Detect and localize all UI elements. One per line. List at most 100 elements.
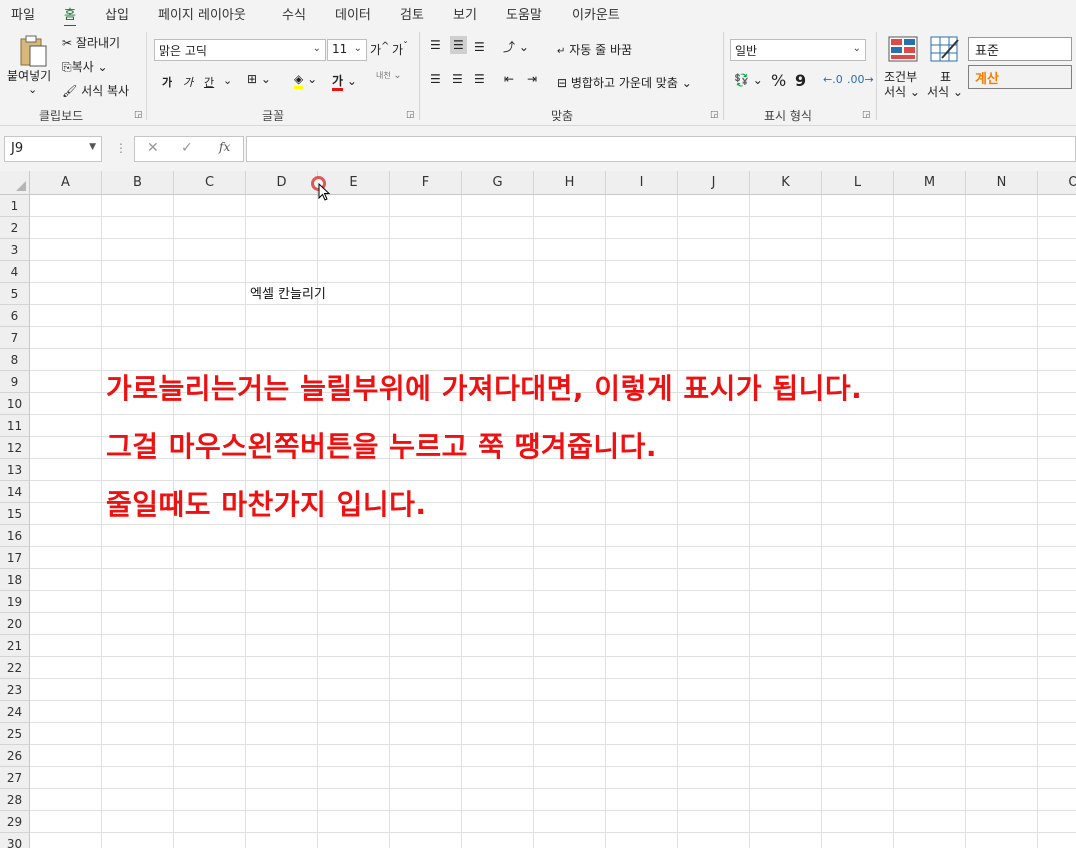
row-header[interactable]: 17 — [0, 547, 30, 569]
bold-button[interactable]: 가 — [162, 74, 172, 90]
phonetic-button[interactable]: 내천 ⌄ — [376, 70, 402, 81]
column-header[interactable]: A — [30, 171, 102, 195]
row-header[interactable]: 18 — [0, 569, 30, 591]
cancel-icon[interactable]: ✕ — [147, 140, 159, 156]
format-as-table-icon[interactable] — [930, 36, 960, 62]
style-normal[interactable]: 표준 — [968, 37, 1072, 61]
column-header[interactable]: G — [462, 171, 534, 195]
row-header[interactable]: 10 — [0, 393, 30, 415]
italic-button[interactable]: 가 — [183, 74, 193, 90]
row-header[interactable]: 22 — [0, 657, 30, 679]
decrease-indent-icon[interactable]: ⇤ — [504, 72, 514, 86]
row-header[interactable]: 24 — [0, 701, 30, 723]
tab-formulas[interactable]: 수식 — [282, 4, 306, 23]
column-header[interactable]: I — [606, 171, 678, 195]
column-header[interactable]: C — [174, 171, 246, 195]
comma-style-button[interactable]: 9 — [795, 71, 806, 90]
tab-review[interactable]: 검토 — [400, 4, 424, 23]
align-top-icon[interactable]: ☰ — [430, 38, 441, 52]
row-header[interactable]: 25 — [0, 723, 30, 745]
row-header[interactable]: 13 — [0, 459, 30, 481]
font-color-button[interactable]: 가 ⌄ — [332, 72, 357, 91]
increase-decimal-icon[interactable]: ←.0 — [823, 73, 843, 86]
number-launcher-icon[interactable]: ◲ — [862, 110, 871, 120]
select-all-button[interactable] — [0, 171, 30, 195]
conditional-formatting-icon[interactable] — [888, 36, 918, 62]
clipboard-launcher-icon[interactable]: ◲ — [134, 110, 143, 120]
column-header[interactable]: F — [390, 171, 462, 195]
font-name-select[interactable]: 맑은 고딕 ⌄ — [154, 39, 326, 61]
align-bottom-icon[interactable]: ☰ — [474, 40, 485, 54]
tab-insert[interactable]: 삽입 — [105, 4, 129, 23]
align-right-icon[interactable]: ☰ — [474, 72, 485, 86]
alignment-launcher-icon[interactable]: ◲ — [710, 110, 719, 120]
tab-data[interactable]: 데이터 — [335, 4, 371, 23]
format-as-table-button[interactable]: 서식 ⌄ — [927, 83, 963, 100]
row-header[interactable]: 20 — [0, 613, 30, 635]
tab-home[interactable]: 홈 — [64, 4, 76, 28]
tab-page-layout[interactable]: 페이지 레이아웃 — [158, 4, 246, 23]
formula-input[interactable] — [246, 136, 1076, 162]
number-format-select[interactable]: 일반 ⌄ — [730, 39, 866, 61]
row-header[interactable]: 29 — [0, 811, 30, 833]
shrink-font-button[interactable]: 가ˇ — [392, 41, 408, 58]
column-header[interactable]: O — [1038, 171, 1076, 195]
row-header[interactable]: 8 — [0, 349, 30, 371]
column-header[interactable]: M — [894, 171, 966, 195]
row-header[interactable]: 7 — [0, 327, 30, 349]
row-header[interactable]: 27 — [0, 767, 30, 789]
enter-icon[interactable]: ✓ — [181, 140, 193, 156]
paste-dropdown-icon[interactable]: ⌄ — [28, 83, 37, 96]
style-calculation[interactable]: 계산 — [968, 65, 1072, 89]
orientation-icon[interactable]: ⤴ ⌄ — [503, 38, 529, 55]
row-header[interactable]: 26 — [0, 745, 30, 767]
row-header[interactable]: 2 — [0, 217, 30, 239]
accounting-format-button[interactable]: 💱 ⌄ — [734, 73, 763, 87]
align-middle-icon[interactable]: ☰ — [450, 36, 467, 54]
row-header[interactable]: 14 — [0, 481, 30, 503]
decrease-decimal-icon[interactable]: .00→ — [847, 73, 874, 86]
row-header[interactable]: 9 — [0, 371, 30, 393]
column-header[interactable]: B — [102, 171, 174, 195]
font-size-select[interactable]: 11 ⌄ — [327, 39, 367, 61]
row-header[interactable]: 19 — [0, 591, 30, 613]
percent-button[interactable]: % — [771, 71, 786, 90]
column-header[interactable]: H — [534, 171, 606, 195]
row-header[interactable]: 15 — [0, 503, 30, 525]
increase-indent-icon[interactable]: ⇥ — [527, 72, 537, 86]
format-painter-button[interactable]: 🖌 서식 복사 — [62, 82, 129, 99]
align-center-icon[interactable]: ☰ — [452, 72, 463, 86]
cell-d5[interactable]: 엑셀 칸늘리기 — [250, 283, 326, 302]
insert-function-button[interactable]: fx — [219, 140, 230, 154]
tab-ecount[interactable]: 이카운트 — [572, 4, 620, 23]
font-launcher-icon[interactable]: ◲ — [406, 110, 415, 120]
row-header[interactable]: 23 — [0, 679, 30, 701]
row-header[interactable]: 16 — [0, 525, 30, 547]
wrap-text-button[interactable]: ↵ 자동 줄 바꿈 — [557, 41, 632, 58]
underline-button[interactable]: 간 — [204, 74, 214, 90]
column-header[interactable]: L — [822, 171, 894, 195]
row-header[interactable]: 12 — [0, 437, 30, 459]
row-header[interactable]: 3 — [0, 239, 30, 261]
column-header[interactable]: N — [966, 171, 1038, 195]
row-header[interactable]: 28 — [0, 789, 30, 811]
column-header[interactable]: J — [678, 171, 750, 195]
row-header[interactable]: 4 — [0, 261, 30, 283]
fill-color-button[interactable]: ◈ ⌄ — [294, 72, 317, 89]
merge-center-button[interactable]: ⊟ 병합하고 가운데 맞춤 ⌄ — [557, 74, 692, 91]
tab-view[interactable]: 보기 — [453, 4, 477, 23]
borders-button[interactable]: ⊞ ⌄ — [247, 72, 271, 86]
paste-button[interactable]: 붙여넣기 — [7, 67, 51, 84]
row-header[interactable]: 1 — [0, 195, 30, 217]
column-header[interactable]: K — [750, 171, 822, 195]
row-header[interactable]: 30 — [0, 833, 30, 848]
align-left-icon[interactable]: ☰ — [430, 72, 441, 86]
tab-file[interactable]: 파일 — [11, 4, 35, 23]
paste-icon[interactable] — [18, 34, 48, 68]
conditional-formatting-button[interactable]: 서식 ⌄ — [884, 83, 920, 100]
underline-dropdown-icon[interactable]: ⌄ — [223, 74, 232, 87]
row-header[interactable]: 21 — [0, 635, 30, 657]
tab-help[interactable]: 도움말 — [506, 4, 542, 23]
row-header[interactable]: 5 — [0, 283, 30, 305]
name-box[interactable]: J9 ▼ — [4, 136, 102, 162]
